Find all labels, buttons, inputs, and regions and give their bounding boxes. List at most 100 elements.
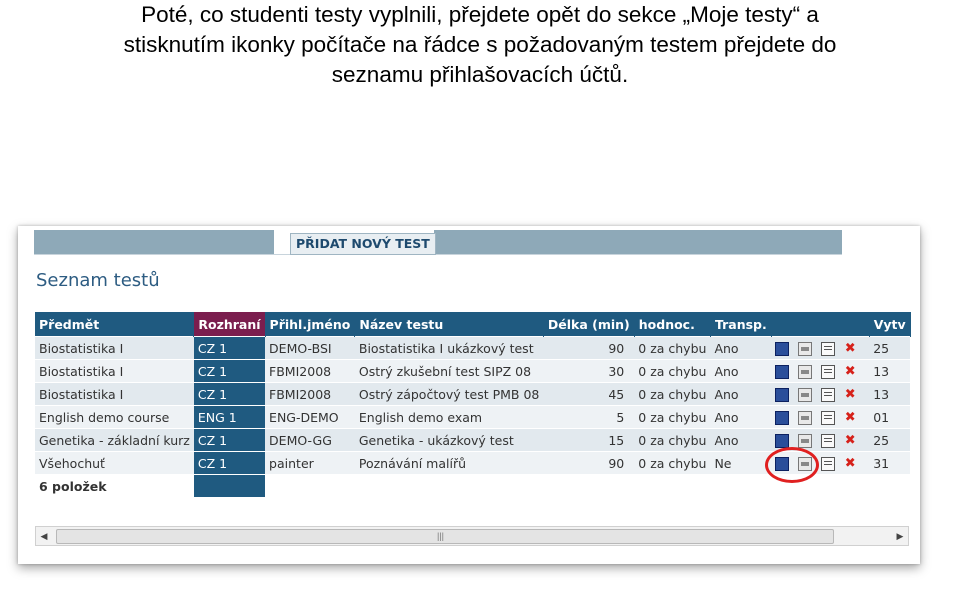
top-bar-strip-left [34,230,274,254]
cell-transparency: Ano [710,382,772,406]
column-header-actions [771,312,870,337]
screenshot-frame: PŘIDAT NOVÝ TEST Seznam testů Předmět Ro… [18,226,920,564]
statistics-icon[interactable] [798,387,813,402]
column-header-created[interactable]: Vytv [869,312,911,337]
caption-line-3: seznamu přihlašovacích účtů. [331,62,629,87]
cell-transparency: Ano [710,428,772,452]
cell-length: 45 [543,382,635,406]
edit-icon[interactable] [821,433,836,448]
cell-grading: 0 za chybu [634,451,711,475]
cell-test-name: Ostrý zápočtový test PMB 08 [354,382,544,406]
cell-created: 25 [869,336,911,360]
computer-icon[interactable] [775,410,790,425]
top-bar-strip-right [434,230,842,254]
cell-interface: CZ 1 [193,451,266,475]
column-header-subject[interactable]: Předmět [35,312,195,337]
cell-subject: Biostatistika I [35,382,194,406]
scroll-right-arrow-icon[interactable]: ▶ [892,527,908,545]
cell-test-name: Genetika - ukázkový test [354,428,544,452]
statistics-icon[interactable] [798,433,813,448]
computer-icon[interactable] [775,364,790,379]
cell-length: 90 [543,336,635,360]
statistics-icon[interactable] [798,410,813,425]
highlight-circle [765,447,819,483]
top-bar: PŘIDAT NOVÝ TEST [34,230,842,255]
computer-icon[interactable] [775,387,790,402]
cell-grading: 0 za chybu [634,428,711,452]
computer-icon[interactable] [775,433,790,448]
cell-created: 31 [869,451,911,475]
cell-login: painter [265,451,355,475]
delete-icon[interactable]: ✖ [844,342,856,355]
cell-length: 15 [543,428,635,452]
cell-created: 13 [869,382,911,406]
edit-icon[interactable] [821,364,836,379]
cell-grading: 0 za chybu [634,382,711,406]
column-header-length[interactable]: Délka (min) [543,312,635,337]
item-count: 6 položek [35,474,194,497]
cell-interface: CZ 1 [193,336,266,360]
horizontal-scrollbar[interactable]: ◀ ||| ▶ [35,526,909,546]
scroll-grip-icon: ||| [437,531,445,541]
row-actions: ✖ [771,359,870,383]
column-header-grading[interactable]: hodnoc. [634,312,711,337]
cell-subject: Všehochuť [35,451,194,475]
scroll-left-arrow-icon[interactable]: ◀ [36,527,52,545]
column-header-interface[interactable]: Rozhraní [193,312,266,337]
cell-interface: CZ 1 [193,359,266,383]
cell-interface: CZ 1 [193,382,266,406]
table-row: Biostatistika I CZ 1 FBMI2008 Ostrý zápočto… [35,382,911,406]
cell-login: DEMO-GG [265,428,355,452]
table-row: English demo course ENG 1 ENG-DEMO English … [35,405,911,429]
cell-grading: 0 za chybu [634,336,711,360]
cell-length: 5 [543,405,635,429]
add-test-button[interactable]: PŘIDAT NOVÝ TEST [290,233,436,255]
row-actions: ✖ [771,382,870,406]
cell-test-name: Biostatistika I ukázkový test [354,336,544,360]
cell-test-name: English demo exam [354,405,544,429]
statistics-icon[interactable] [798,341,813,356]
column-header-test-name[interactable]: Název testu [354,312,544,337]
row-actions: ✖ [771,405,870,429]
cell-grading: 0 za chybu [634,405,711,429]
edit-icon[interactable] [821,410,836,425]
cell-subject: Biostatistika I [35,359,194,383]
delete-icon[interactable]: ✖ [844,411,856,424]
scrollbar-thumb[interactable]: ||| [56,529,834,544]
edit-icon[interactable] [821,387,836,402]
cell-test-name: Ostrý zkušební test SIPZ 08 [354,359,544,383]
edit-icon[interactable] [821,456,836,471]
cell-transparency: Ne [710,451,772,475]
cell-subject: English demo course [35,405,194,429]
computer-icon[interactable] [775,341,790,356]
cell-interface: CZ 1 [193,428,266,452]
footer-spacer [265,474,911,497]
cell-created: 01 [869,405,911,429]
column-header-login[interactable]: Přihl.jméno [265,312,356,337]
caption-line-2: stisknutím ikonky počítače na řádce s po… [123,32,837,57]
caption-line-1: Poté, co studenti testy vyplnili, přejde… [141,2,819,27]
column-header-transparency[interactable]: Transp. [710,312,772,337]
cell-subject: Genetika - základní kurz [35,428,194,452]
delete-icon[interactable]: ✖ [844,434,856,447]
delete-icon[interactable]: ✖ [844,457,856,470]
table-row: Biostatistika I CZ 1 DEMO-BSI Biostatistika… [35,336,911,360]
caption: Poté, co studenti testy vyplnili, přejde… [0,0,960,90]
cell-login: DEMO-BSI [265,336,355,360]
cell-length: 30 [543,359,635,383]
delete-icon[interactable]: ✖ [844,388,856,401]
edit-icon[interactable] [821,341,836,356]
cell-interface: ENG 1 [193,405,266,429]
statistics-icon[interactable] [798,364,813,379]
cell-created: 25 [869,428,911,452]
table-header-row: Předmět Rozhraní Přihl.jméno Název testu… [35,312,911,337]
row-actions: ✖ [771,336,870,360]
cell-grading: 0 za chybu [634,359,711,383]
cell-test-name: Poznávání malířů [354,451,544,475]
cell-subject: Biostatistika I [35,336,194,360]
cell-created: 13 [869,359,911,383]
page-title: Seznam testů [36,270,160,291]
cell-transparency: Ano [710,336,772,360]
delete-icon[interactable]: ✖ [844,365,856,378]
cell-login: FBMI2008 [265,359,355,383]
